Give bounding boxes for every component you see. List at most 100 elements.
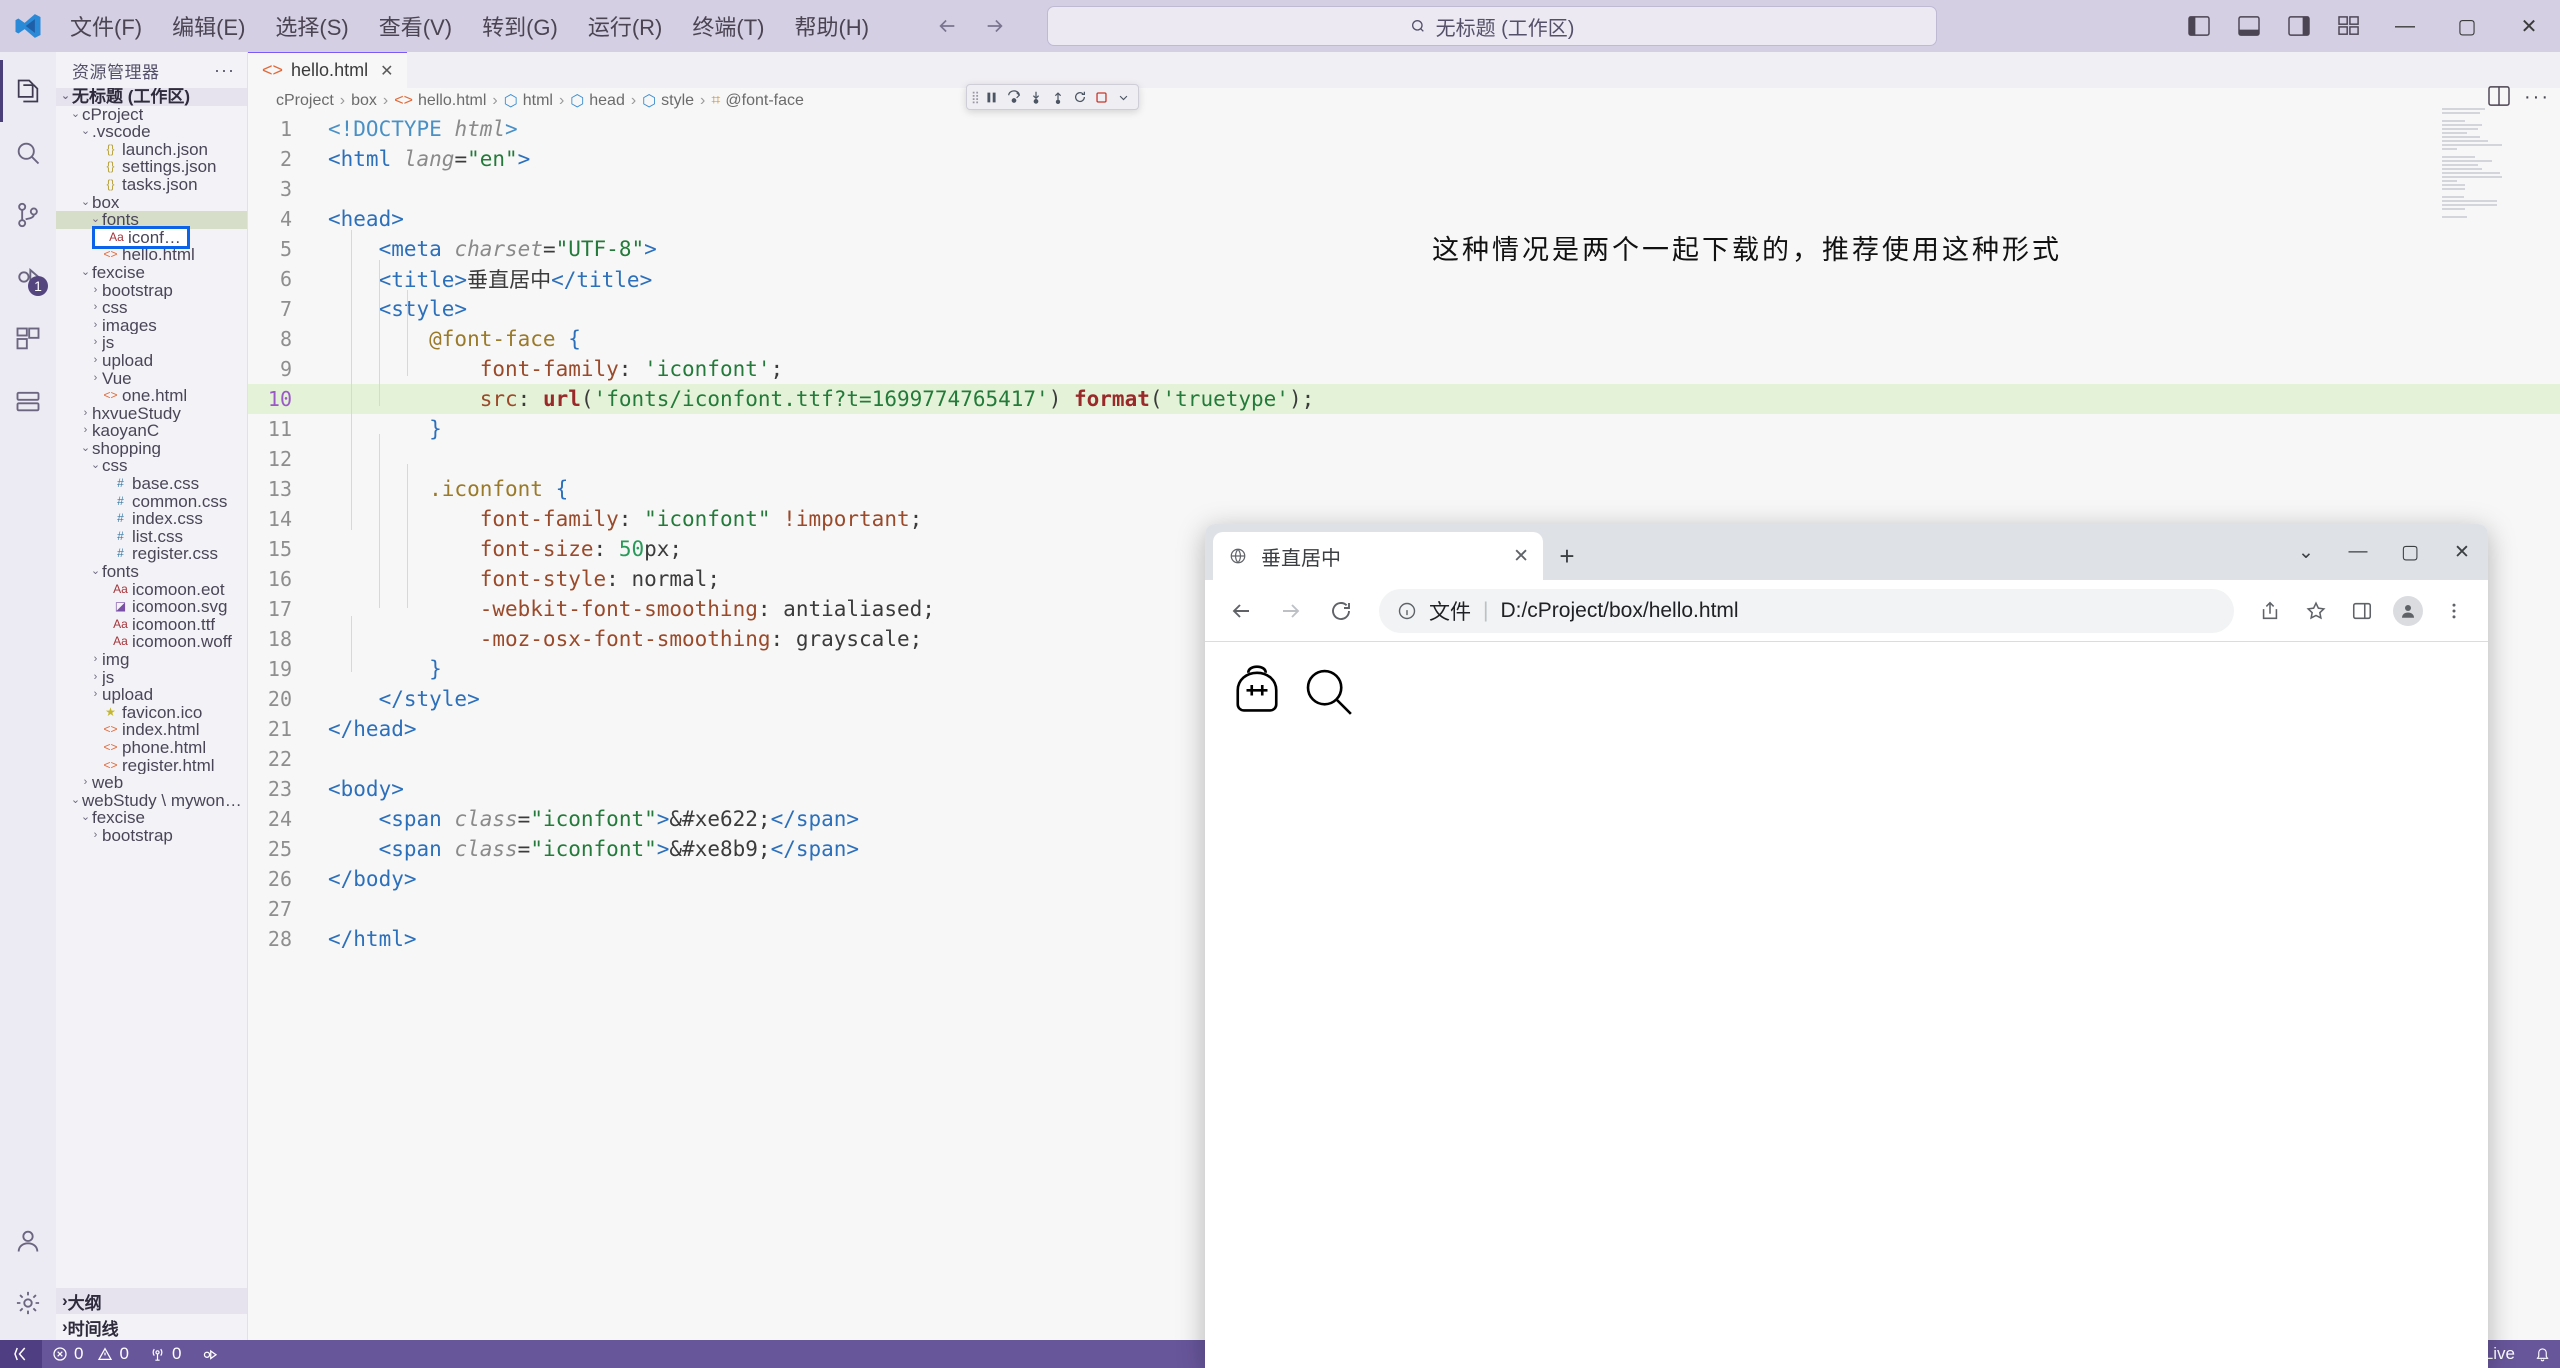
- code-line[interactable]: 11 }: [248, 414, 2560, 444]
- run-debug-status[interactable]: [191, 1340, 229, 1368]
- tree-item[interactable]: # index.css: [56, 510, 247, 528]
- tree-item[interactable]: ⌄ fonts: [56, 563, 247, 581]
- step-out-icon[interactable]: [1048, 86, 1068, 108]
- tree-workspace-root[interactable]: ⌄ 无标题 (工作区): [56, 88, 247, 106]
- back-button[interactable]: [925, 6, 969, 46]
- tree-item[interactable]: # register.css: [56, 545, 247, 563]
- breadcrumb-item[interactable]: ⬡ html: [504, 91, 553, 111]
- tree-item[interactable]: <> phone.html: [56, 739, 247, 757]
- gear-icon[interactable]: [0, 1272, 56, 1334]
- tree-item[interactable]: Aa iconfont.ttf: [95, 229, 187, 247]
- address-bar[interactable]: 文件 | D:/cProject/box/hello.html: [1379, 588, 2234, 633]
- breadcrumb-item[interactable]: box: [351, 92, 377, 110]
- new-tab-button[interactable]: +: [1543, 532, 1591, 580]
- menu-help[interactable]: 帮助(H): [780, 6, 883, 46]
- minimap[interactable]: [2442, 108, 2534, 218]
- debug-toolbar[interactable]: ⣿: [966, 84, 1139, 110]
- browser-forward-button[interactable]: [1269, 589, 1313, 633]
- tree-item[interactable]: › web: [56, 774, 247, 792]
- tree-item[interactable]: › upload: [56, 686, 247, 704]
- breadcrumb-item[interactable]: cProject: [276, 92, 334, 110]
- code-line[interactable]: 13 .iconfont {: [248, 474, 2560, 504]
- browser-tab-close-icon[interactable]: ✕: [1513, 545, 1529, 568]
- sidebar-item-source-control[interactable]: [0, 184, 56, 246]
- chevron-down-icon[interactable]: [1114, 86, 1134, 108]
- tree-item[interactable]: {} tasks.json: [56, 176, 247, 194]
- toggle-primary-sidebar-icon[interactable]: [2174, 0, 2224, 52]
- tree-item[interactable]: › hxvueStudy: [56, 405, 247, 423]
- menu-select[interactable]: 选择(S): [261, 6, 362, 46]
- tree-item[interactable]: Aa icomoon.ttf: [56, 616, 247, 634]
- menu-run[interactable]: 运行(R): [574, 6, 677, 46]
- tree-item[interactable]: › bootstrap: [56, 827, 247, 845]
- menu-go[interactable]: 转到(G): [468, 6, 572, 46]
- tree-item[interactable]: ⌄ css: [56, 457, 247, 475]
- tab-close-icon[interactable]: ✕: [376, 61, 397, 81]
- problems-status[interactable]: 0 0: [42, 1340, 139, 1368]
- tree-item[interactable]: › js: [56, 334, 247, 352]
- info-icon[interactable]: [1397, 601, 1417, 621]
- tree-item[interactable]: # common.css: [56, 493, 247, 511]
- window-minimize-button[interactable]: —: [2374, 0, 2436, 52]
- explorer-more-actions-icon[interactable]: ···: [214, 60, 235, 81]
- breadcrumb-item[interactable]: ⬡ head: [570, 91, 625, 111]
- code-line[interactable]: 3: [248, 174, 2560, 204]
- tree-item[interactable]: <> index.html: [56, 721, 247, 739]
- tree-item[interactable]: › img: [56, 651, 247, 669]
- code-line[interactable]: 6 <title>垂直居中</title>: [248, 264, 2560, 294]
- code-line[interactable]: 5 <meta charset="UTF-8">: [248, 234, 2560, 264]
- kebab-menu-icon[interactable]: [2434, 591, 2474, 631]
- tree-item[interactable]: ⌄ fexcise: [56, 264, 247, 282]
- tree-item[interactable]: ⌄ box: [56, 194, 247, 212]
- tree-item[interactable]: ⌄ .vscode: [56, 123, 247, 141]
- drag-handle-icon[interactable]: ⣿: [971, 90, 980, 104]
- tree-item[interactable]: <> one.html: [56, 387, 247, 405]
- menu-view[interactable]: 查看(V): [365, 6, 466, 46]
- pause-icon[interactable]: [982, 86, 1002, 108]
- share-icon[interactable]: [2250, 591, 2290, 631]
- command-center-search[interactable]: 无标题 (工作区): [1047, 6, 1938, 46]
- tree-item[interactable]: › js: [56, 669, 247, 687]
- breadcrumb-item[interactable]: ⌗ @font-face: [711, 92, 804, 110]
- step-over-icon[interactable]: [1004, 86, 1024, 108]
- ports-status[interactable]: 0: [139, 1340, 191, 1368]
- breadcrumb-item[interactable]: ⬡ style: [642, 91, 694, 111]
- forward-button[interactable]: [973, 6, 1017, 46]
- tree-item[interactable]: › bootstrap: [56, 282, 247, 300]
- sidebar-item-explorer[interactable]: [0, 60, 56, 122]
- browser-minimize-button[interactable]: —: [2332, 524, 2384, 580]
- section-outline[interactable]: › 大纲: [56, 1288, 247, 1314]
- more-actions-icon[interactable]: ···: [2524, 86, 2550, 109]
- browser-close-button[interactable]: ✕: [2436, 524, 2488, 580]
- toggle-secondary-sidebar-icon[interactable]: [2274, 0, 2324, 52]
- code-line[interactable]: 4 <head>: [248, 204, 2560, 234]
- window-maximize-button[interactable]: ▢: [2436, 0, 2498, 52]
- tree-item[interactable]: › Vue: [56, 370, 247, 388]
- account-icon[interactable]: [0, 1210, 56, 1272]
- bookmark-star-icon[interactable]: [2296, 591, 2336, 631]
- customize-layout-icon[interactable]: [2324, 0, 2374, 52]
- window-close-button[interactable]: ✕: [2498, 0, 2560, 52]
- tree-item[interactable]: # base.css: [56, 475, 247, 493]
- tree-item[interactable]: {} launch.json: [56, 141, 247, 159]
- sidebar-item-search[interactable]: [0, 122, 56, 184]
- menu-terminal[interactable]: 终端(T): [678, 6, 778, 46]
- tree-item[interactable]: ◪ icomoon.svg: [56, 598, 247, 616]
- tree-item[interactable]: ★ favicon.ico: [56, 704, 247, 722]
- browser-back-button[interactable]: [1219, 589, 1263, 633]
- tree-item[interactable]: <> hello.html: [56, 246, 247, 264]
- tree-item[interactable]: › images: [56, 317, 247, 335]
- tree-item[interactable]: Aa icomoon.eot: [56, 581, 247, 599]
- code-line[interactable]: 7 <style>: [248, 294, 2560, 324]
- code-line[interactable]: 8 @font-face {: [248, 324, 2560, 354]
- tree-item[interactable]: › kaoyanC: [56, 422, 247, 440]
- browser-reload-button[interactable]: [1319, 589, 1363, 633]
- tree-item[interactable]: › upload: [56, 352, 247, 370]
- restart-icon[interactable]: [1070, 86, 1090, 108]
- code-line[interactable]: 12: [248, 444, 2560, 474]
- tree-item[interactable]: <> register.html: [56, 757, 247, 775]
- tab-search-chevron-down-icon[interactable]: ⌄: [2280, 524, 2332, 580]
- breadcrumb-item[interactable]: <> hello.html: [394, 92, 486, 110]
- profile-avatar-icon[interactable]: [2388, 591, 2428, 631]
- sidebar-item-run-and-debug[interactable]: 1: [0, 246, 56, 308]
